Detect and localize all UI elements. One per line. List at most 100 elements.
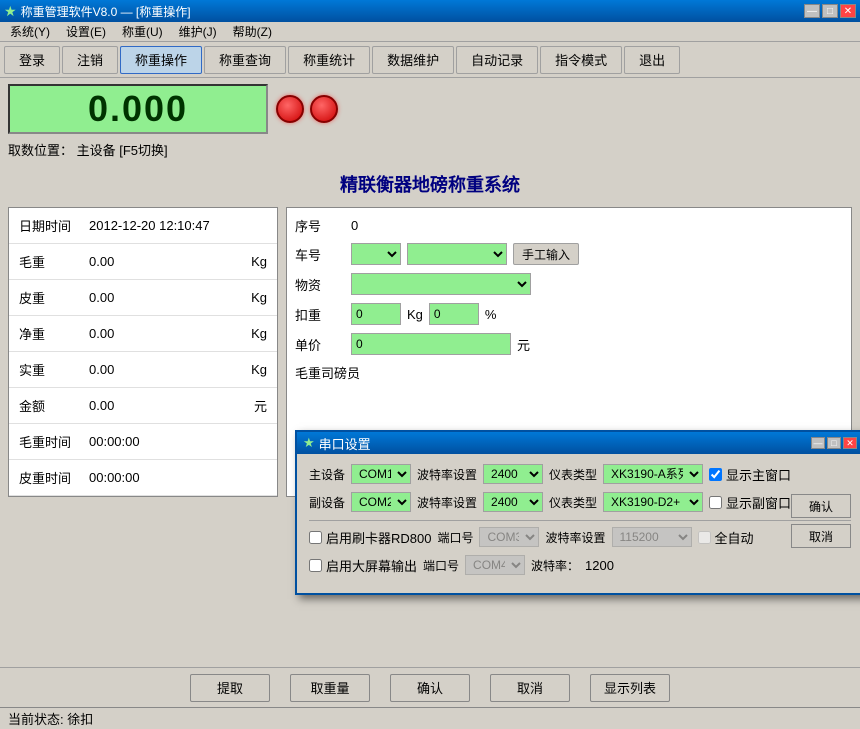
btn-weigh-query[interactable]: 称重查询 [204,46,286,74]
screen-baud-label: 波特率： [531,557,579,574]
unit-actual: Kg [237,362,267,377]
label-amount: 金额 [19,396,89,415]
card-port-label: 端口号 [437,529,473,546]
data-source: 取数位置： 主设备 [F5切换] [0,138,860,163]
dialog-body: 主设备 COM1COM2COM3COM4 波特率设置 2400480096001… [297,454,860,593]
label-tare-time: 皮重时间 [19,468,89,487]
card-reader-checkbox[interactable] [309,531,322,544]
btn-weigh-stats[interactable]: 称重统计 [288,46,370,74]
unit-gross: Kg [237,254,267,269]
maximize-button[interactable]: □ [822,4,838,18]
row-amount: 金额 0.00 元 [9,388,277,424]
tared-value-input[interactable] [351,303,401,325]
weight-display: 0.000 [8,84,268,134]
row-tare: 皮重 0.00 Kg [9,280,277,316]
row-driver: 毛重司磅员 [295,363,843,382]
btn-exit[interactable]: 退出 [624,46,680,74]
screen-label[interactable]: 启用大屏幕输出 [309,556,417,575]
value-tare-time: 00:00:00 [89,470,267,485]
show-main-checkbox[interactable] [709,468,722,481]
dialog-maximize[interactable]: □ [827,437,841,449]
row-actual: 实重 0.00 Kg [9,352,277,388]
row-gross-time: 毛重时间 00:00:00 [9,424,277,460]
value-datetime: 2012-12-20 12:10:47 [89,218,267,233]
car-select-1[interactable] [351,243,401,265]
btn-data-maintain[interactable]: 数据维护 [372,46,454,74]
sub-meter-select[interactable]: XK3190-D2+XK3190-A系列其他 [603,492,703,512]
app-icon: ★ [4,3,17,20]
toolbar: 登录 注销 称重操作 称重查询 称重统计 数据维护 自动记录 指令模式 退出 [0,42,860,78]
label-tare: 皮重 [19,288,89,307]
main-baud-select[interactable]: 240048009600115200 [483,464,543,484]
btn-get-weight[interactable]: 取重量 [290,674,370,702]
card-reader-label[interactable]: 启用刷卡器RD800 [309,528,431,547]
bottom-bar: 提取 取重量 确认 取消 显示列表 [0,667,860,707]
left-panel: 日期时间 2012-12-20 12:10:47 毛重 0.00 Kg 皮重 0… [8,207,278,497]
dialog-controls: — □ ✕ [811,437,857,449]
light-1 [276,95,304,123]
label-seq: 序号 [295,216,345,235]
unit-net: Kg [237,326,267,341]
dialog-title-bar: ★ 串口设置 — □ ✕ [297,432,860,454]
btn-confirm[interactable]: 确认 [390,674,470,702]
manual-input-btn[interactable]: 手工输入 [513,243,579,265]
show-sub-checkbox[interactable] [709,496,722,509]
dialog-close[interactable]: ✕ [843,437,857,449]
menu-maintain[interactable]: 维护(J) [171,22,225,41]
sub-device-select[interactable]: COM1COM2COM3COM4 [351,492,411,512]
btn-logout[interactable]: 注销 [62,46,118,74]
dialog-minimize[interactable]: — [811,437,825,449]
status-text: 当前状态: 徐扣 [8,709,93,728]
menu-help[interactable]: 帮助(Z) [225,22,280,41]
btn-auto-record[interactable]: 自动记录 [456,46,538,74]
dialog-cancel-btn[interactable]: 取消 [791,524,851,548]
dialog-confirm-btn[interactable]: 确认 [791,494,851,518]
btn-cmd-mode[interactable]: 指令模式 [540,46,622,74]
show-main-label[interactable]: 显示主窗口 [709,465,791,484]
title-bar-title: 称重管理软件V8.0 — [称重操作] [21,3,191,20]
menu-settings[interactable]: 设置(E) [58,22,114,41]
main-meter-select[interactable]: XK3190-A系列XK3190-D2+其他 [603,464,703,484]
value-tare: 0.00 [89,290,237,305]
screen-baud-value: 1200 [585,558,614,573]
sub-baud-select[interactable]: 240048009600115200 [483,492,543,512]
screen-checkbox[interactable] [309,559,322,572]
main-device-row: 主设备 COM1COM2COM3COM4 波特率设置 2400480096001… [309,464,851,484]
card-port-select: COM3COM1COM2COM4 [479,527,539,547]
dialog-title: ★ 串口设置 [303,434,371,453]
screen-port-select: COM4COM1COM2COM3 [465,555,525,575]
minimize-button[interactable]: — [804,4,820,18]
row-price: 单价 元 [295,333,843,355]
label-gross-time: 毛重时间 [19,432,89,451]
row-gross: 毛重 0.00 Kg [9,244,277,280]
card-baud-select: 11520024009600 [612,527,692,547]
card-reader-row: 启用刷卡器RD800 端口号 COM3COM1COM2COM4 波特率设置 11… [309,527,851,547]
menu-system[interactable]: 系统(Y) [2,22,58,41]
btn-cancel[interactable]: 取消 [490,674,570,702]
price-unit: 元 [517,335,530,354]
row-tare-time: 皮重时间 00:00:00 [9,460,277,496]
unit-amount: 元 [237,396,267,415]
screen-output-row: 启用大屏幕输出 端口号 COM4COM1COM2COM3 波特率： 1200 [309,555,851,575]
card-baud-label: 波特率设置 [545,529,605,546]
row-datetime: 日期时间 2012-12-20 12:10:47 [9,208,277,244]
row-car: 车号 手工输入 [295,243,843,265]
close-button[interactable]: ✕ [840,4,856,18]
menu-weigh[interactable]: 称重(U) [114,22,171,41]
car-select-2[interactable] [407,243,507,265]
btn-show-list[interactable]: 显示列表 [590,674,670,702]
btn-weigh-op[interactable]: 称重操作 [120,46,202,74]
tared-pct-input[interactable] [429,303,479,325]
auto-label[interactable]: 全自动 [698,528,754,547]
label-car: 车号 [295,245,345,264]
label-net: 净重 [19,324,89,343]
label-tared: 扣重 [295,305,345,324]
show-sub-label[interactable]: 显示副窗口 [709,493,791,512]
goods-select[interactable] [351,273,531,295]
btn-login[interactable]: 登录 [4,46,60,74]
price-input[interactable] [351,333,511,355]
label-driver: 毛重司磅员 [295,363,360,382]
main-device-select[interactable]: COM1COM2COM3COM4 [351,464,411,484]
btn-fetch[interactable]: 提取 [190,674,270,702]
status-bar: 当前状态: 徐扣 [0,707,860,729]
